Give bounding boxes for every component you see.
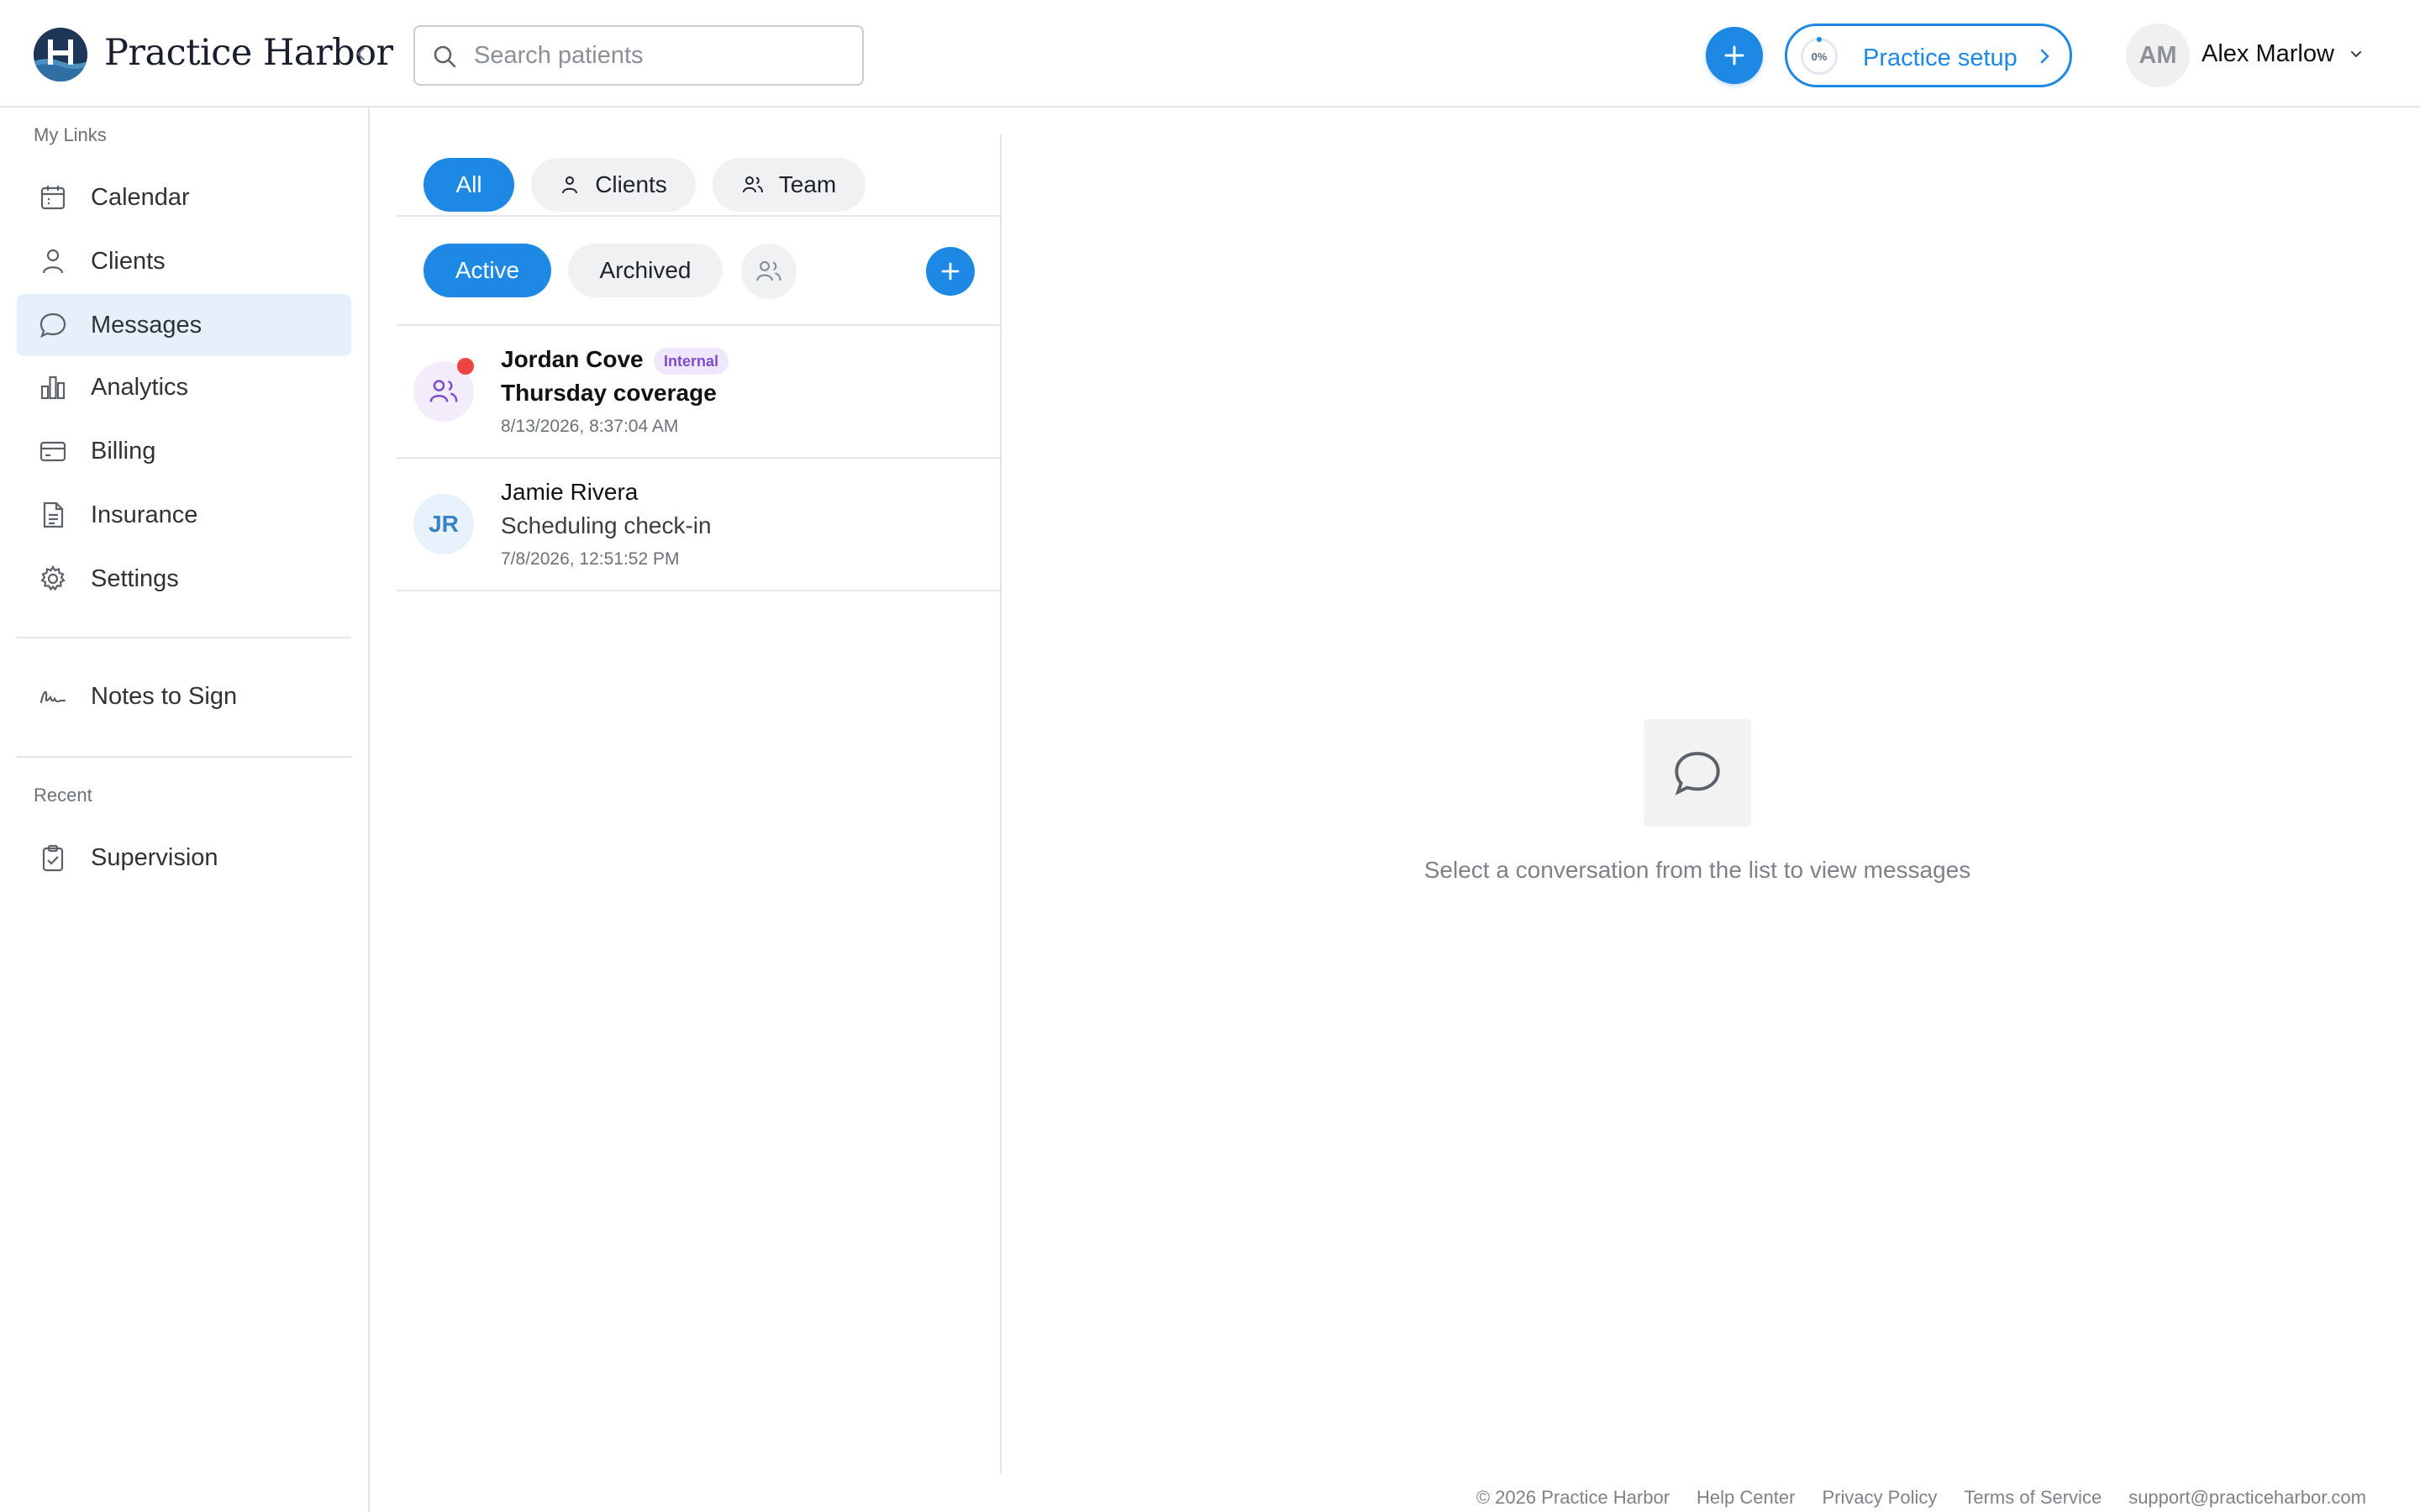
filter-divider: [397, 215, 1002, 217]
search-icon: [432, 44, 457, 73]
plus-icon: [939, 260, 961, 282]
chip-label: Clients: [595, 171, 667, 197]
sidebar: My Links Calendar Clients Messages Analy…: [0, 108, 370, 1512]
calendar-icon: [37, 181, 69, 213]
user-name[interactable]: Alex Marlow: [2202, 40, 2334, 68]
search-input[interactable]: [472, 27, 850, 84]
footer-link-privacy-policy[interactable]: Privacy Policy: [1822, 1487, 1937, 1509]
footer-link-help-center[interactable]: Help Center: [1697, 1487, 1795, 1509]
conversation-avatar: JR: [413, 494, 474, 554]
chat-bubble-icon: [37, 309, 69, 341]
section-label-my-links: My Links: [34, 124, 107, 145]
conversation-list-pane: All Clients Team Active Archived Jordan …: [397, 134, 1002, 1473]
sidebar-item-insurance[interactable]: Insurance: [17, 484, 351, 546]
sidebar-item-calendar[interactable]: Calendar: [17, 166, 351, 228]
top-header: Practice Harbor 0% Practice setup AM Ale…: [0, 0, 2420, 108]
filter-team-chip[interactable]: Team: [713, 158, 865, 212]
document-icon: [37, 499, 69, 531]
footer-link-terms-of-service[interactable]: Terms of Service: [1964, 1487, 2102, 1509]
group-icon: [429, 377, 459, 406]
empty-state-message: Select a conversation from the list to v…: [1423, 857, 1971, 883]
clipboard-check-icon: [37, 842, 69, 874]
chip-label: Team: [778, 171, 837, 197]
conversation-item[interactable]: Jordan Cove Internal Thursday coverage 8…: [397, 326, 1002, 459]
new-conversation-button[interactable]: [926, 247, 975, 296]
conversation-timestamp: 7/8/2026, 12:51:52 PM: [501, 549, 680, 569]
sidebar-item-label: Clients: [91, 248, 166, 275]
sidebar-item-messages[interactable]: Messages: [17, 294, 351, 356]
footer: © 2026 Practice Harbor Help Center Priva…: [1476, 1487, 2366, 1509]
chat-bubble-icon: [1672, 748, 1723, 798]
sidebar-item-analytics[interactable]: Analytics: [17, 356, 351, 418]
group-filter-button[interactable]: [741, 244, 797, 299]
chip-label: Active: [455, 257, 520, 283]
conversation-name: Jamie Rivera: [501, 479, 639, 505]
plus-icon: [1724, 45, 1744, 66]
conversation-subject: Thursday coverage: [501, 380, 717, 406]
sidebar-divider: [17, 756, 351, 758]
sidebar-item-label: Analytics: [91, 374, 189, 401]
filter-clients-chip[interactable]: Clients: [531, 158, 696, 212]
app-logo-icon[interactable]: [34, 28, 87, 81]
sidebar-item-label: Calendar: [91, 184, 190, 211]
user-avatar[interactable]: AM: [2126, 24, 2190, 87]
footer-link-support-email[interactable]: support@practiceharbor.com: [2128, 1487, 2366, 1509]
gear-icon: [37, 563, 69, 595]
sidebar-divider: [17, 637, 351, 638]
bar-chart-icon: [37, 371, 69, 403]
conversation-item[interactable]: JR Jamie Rivera Scheduling check-in 7/8/…: [397, 459, 1002, 591]
person-icon: [560, 175, 580, 195]
group-icon: [755, 259, 782, 284]
sidebar-item-supervision[interactable]: Supervision: [17, 827, 351, 889]
collapse-sidebar-button[interactable]: [348, 40, 375, 67]
sidebar-item-notes-to-sign[interactable]: Notes to Sign: [17, 665, 351, 727]
footer-copyright: © 2026 Practice Harbor: [1476, 1487, 1670, 1508]
sidebar-item-label: Insurance: [91, 501, 198, 528]
unread-indicator: [457, 358, 474, 375]
practice-setup-button[interactable]: 0% Practice setup: [1785, 24, 2072, 87]
sidebar-item-label: Billing: [91, 438, 156, 465]
sidebar-item-label: Notes to Sign: [91, 683, 238, 710]
sidebar-item-label: Supervision: [91, 844, 218, 871]
conversation-name: Jordan Cove: [501, 346, 644, 372]
sidebar-item-billing[interactable]: Billing: [17, 420, 351, 482]
chip-label: All: [455, 171, 482, 197]
credit-card-icon: [37, 435, 69, 467]
filter-active-chip[interactable]: Active: [424, 244, 551, 297]
chevron-left-icon: [356, 47, 365, 60]
person-icon: [37, 245, 69, 277]
section-label-recent: Recent: [34, 785, 92, 806]
conversation-subject: Scheduling check-in: [501, 512, 712, 538]
search-field[interactable]: [413, 25, 864, 86]
chevron-right-icon: [2034, 46, 2054, 71]
sidebar-item-label: Messages: [91, 312, 203, 339]
quick-add-button[interactable]: [1706, 27, 1763, 84]
group-icon: [742, 175, 764, 195]
chevron-down-icon[interactable]: [2348, 45, 2365, 66]
filter-all-chip[interactable]: All: [424, 158, 514, 212]
filter-archived-chip[interactable]: Archived: [568, 244, 723, 297]
setup-progress-ring: 0%: [1801, 37, 1838, 75]
sidebar-item-settings[interactable]: Settings: [17, 548, 351, 610]
signature-icon: [37, 680, 69, 712]
sidebar-item-label: Settings: [91, 565, 179, 592]
empty-state-icon-box: [1644, 719, 1751, 827]
internal-badge: Internal: [654, 348, 729, 375]
setup-label: Practice setup: [1863, 45, 2018, 71]
sidebar-item-clients[interactable]: Clients: [17, 230, 351, 292]
conversation-timestamp: 8/13/2026, 8:37:04 AM: [501, 417, 679, 436]
chip-label: Archived: [599, 257, 692, 283]
